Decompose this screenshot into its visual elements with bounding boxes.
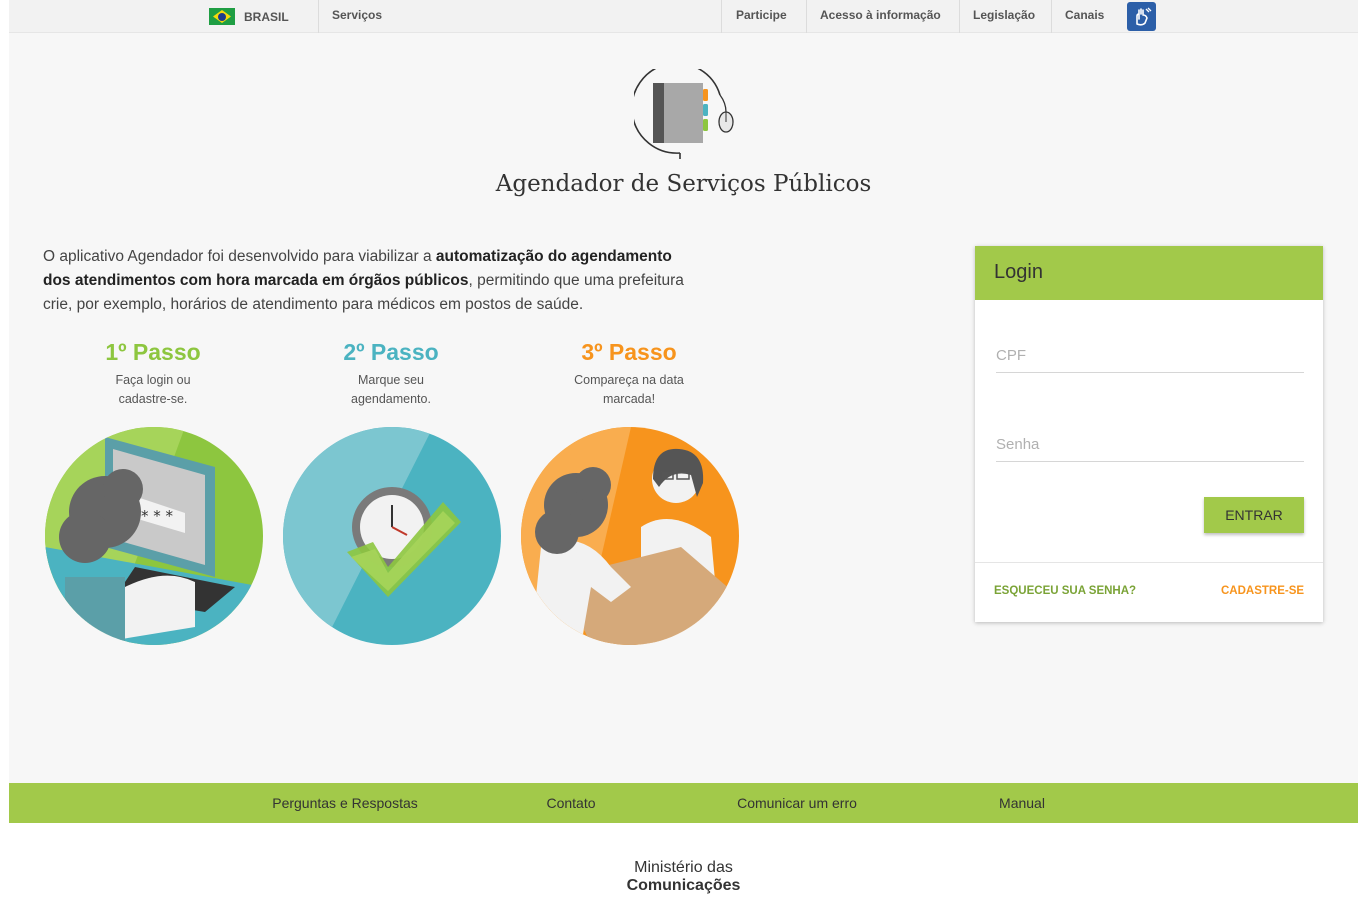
hand-sign-language-icon[interactable] <box>1127 2 1156 31</box>
step-title: 2º Passo <box>343 339 439 365</box>
login-divider <box>975 562 1323 563</box>
manual-link[interactable]: Manual <box>999 783 1045 824</box>
step-3: 3º Passo Compareça na data marcada! <box>519 339 739 409</box>
register-link[interactable]: CADASTRE-SE <box>1221 585 1304 597</box>
cpf-input[interactable] <box>996 339 1304 373</box>
gov-top-bar: BRASIL Serviços Participe Acesso à infor… <box>9 0 1358 33</box>
footer: Ministério das Comunicações <box>9 823 1358 917</box>
brasil-link[interactable]: BRASIL <box>209 0 289 33</box>
govbar-divider <box>1051 0 1052 33</box>
entrar-button[interactable]: ENTRAR <box>1204 497 1304 533</box>
brazil-flag-icon <box>209 8 235 25</box>
govbar-divider <box>318 0 319 33</box>
agenda-book-mouse-icon <box>631 62 744 164</box>
step-2: 2º Passo Marque seu agendamento. <box>281 339 501 409</box>
step-desc-line2: marcada! <box>602 392 656 406</box>
patient-meeting-doctor-illustration <box>521 427 739 645</box>
legislacao-link[interactable]: Legislação <box>973 0 1035 33</box>
step-description: Marque seu agendamento. <box>326 371 456 409</box>
step-desc-line2: agendamento. <box>351 392 431 406</box>
servicos-link[interactable]: Serviços <box>332 0 382 33</box>
step-title: 1º Passo <box>105 339 201 365</box>
step-1: 1º Passo Faça login ou cadastre-se. <box>43 339 263 409</box>
step-description: Compareça na data marcada! <box>564 371 694 409</box>
forgot-password-link[interactable]: ESQUECEU SUA SENHA? <box>994 585 1136 597</box>
step-description: Faça login ou cadastre-se. <box>88 371 218 409</box>
faq-link[interactable]: Perguntas e Respostas <box>272 783 418 824</box>
step-desc-line1: Marque seu <box>357 373 424 387</box>
step-title: 3º Passo <box>581 339 677 365</box>
participe-link[interactable]: Participe <box>736 0 787 33</box>
senha-input[interactable] <box>996 428 1304 462</box>
intro-text: O aplicativo Agendador foi desenvolvido … <box>43 245 693 317</box>
app-title: Agendador de Serviços Públicos <box>495 171 872 197</box>
clock-with-checkmark-illustration <box>283 427 501 645</box>
ministry-line2: Comunicações <box>626 877 741 894</box>
step-desc-line1: Faça login ou <box>115 373 191 387</box>
brasil-label: BRASIL <box>244 9 289 24</box>
govbar-divider <box>806 0 807 33</box>
contato-link[interactable]: Contato <box>546 783 595 824</box>
person-at-computer-login-illustration: * * * <box>45 427 263 645</box>
footer-nav: Perguntas e Respostas Contato Comunicar … <box>9 783 1358 823</box>
step-desc-line1: Compareça na data <box>574 373 684 387</box>
govbar-divider <box>959 0 960 33</box>
svg-text:* * *: * * * <box>141 507 174 525</box>
main-content: Agendador de Serviços Públicos O aplicat… <box>9 33 1358 783</box>
step-desc-line2: cadastre-se. <box>118 392 188 406</box>
acesso-informacao-link[interactable]: Acesso à informação <box>820 0 941 33</box>
intro-part1: O aplicativo Agendador foi desenvolvido … <box>43 248 436 265</box>
login-title: Login <box>975 246 1323 300</box>
login-card: Login ENTRAR ESQUECEU SUA SENHA? CADASTR… <box>975 246 1323 622</box>
ministry-logo: Ministério das Comunicações <box>9 859 1358 895</box>
canais-link[interactable]: Canais <box>1065 0 1104 33</box>
report-error-link[interactable]: Comunicar um erro <box>737 783 857 824</box>
govbar-divider <box>721 0 722 33</box>
ministry-line1: Ministério das <box>634 859 733 876</box>
